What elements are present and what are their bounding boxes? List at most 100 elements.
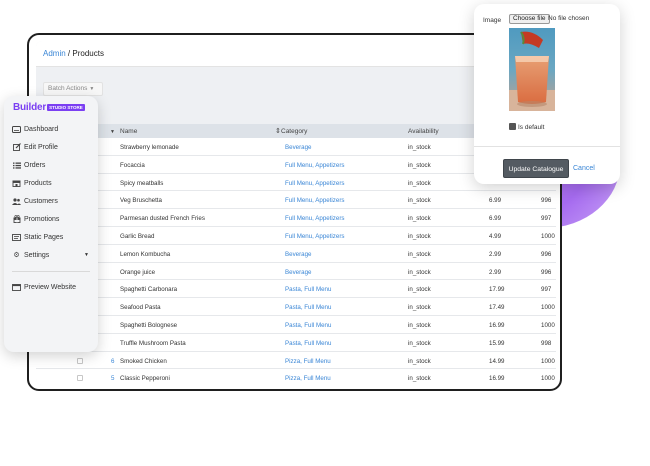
sidebar-item-promotions[interactable]: Promotions bbox=[4, 210, 98, 228]
row-name: Smoked Chicken bbox=[120, 357, 167, 365]
table-row[interactable]: Veg Bruschetta Full Menu, Appetizers in_st… bbox=[36, 191, 556, 210]
row-availability: in_stock bbox=[408, 321, 431, 329]
table-row[interactable]: Lemon Kombucha Beverage in_stock 2.99 996 bbox=[36, 244, 556, 263]
header-availability[interactable]: Availability bbox=[408, 128, 439, 135]
gear-icon: ⚙ bbox=[13, 252, 20, 259]
brand-logo[interactable]: Builder STUDIO STORE bbox=[13, 101, 85, 113]
row-price: 6.99 bbox=[489, 215, 502, 223]
row-category[interactable]: Full Menu, Appetizers bbox=[285, 233, 345, 240]
row-stock: 998 bbox=[541, 339, 552, 347]
row-category[interactable]: Pasta, Full Menu bbox=[285, 286, 331, 293]
table-row[interactable]: Seafood Pasta Pasta, Full Menu in_stock 17.… bbox=[36, 298, 556, 316]
row-category[interactable]: Pasta, Full Menu bbox=[285, 304, 331, 311]
divider bbox=[474, 146, 620, 147]
row-price: 15.99 bbox=[489, 339, 505, 347]
row-price: 2.99 bbox=[489, 268, 502, 276]
sidebar-item-label: Settings bbox=[24, 251, 50, 259]
row-availability: in_stock bbox=[408, 161, 431, 169]
row-price: 16.99 bbox=[489, 321, 505, 329]
sidebar-item-dashboard[interactable]: Dashboard bbox=[4, 120, 98, 138]
row-name: Strawberry lemonade bbox=[120, 144, 179, 151]
image-upload-card: Image Choose file No file chosen Is defa… bbox=[474, 4, 620, 184]
image-field-label: Image bbox=[483, 17, 502, 24]
row-price: 14.99 bbox=[489, 357, 505, 365]
batch-actions-label: Batch Actions bbox=[48, 85, 88, 92]
table-row[interactable]: Spaghetti Bolognese Pasta, Full Menu in_st… bbox=[36, 315, 556, 334]
row-availability: in_stock bbox=[408, 357, 431, 365]
row-category[interactable]: Beverage bbox=[285, 144, 312, 151]
row-category[interactable]: Pizza, Full Menu bbox=[285, 358, 331, 365]
table-row[interactable]: 6 Smoked Chicken Pizza, Full Menu in_stock 1… bbox=[36, 351, 556, 370]
sidebar-item-orders[interactable]: Orders bbox=[4, 156, 98, 174]
sidebar-item-products[interactable]: Products bbox=[4, 174, 98, 192]
choose-file-button[interactable]: Choose file bbox=[509, 14, 550, 24]
sidebar-item-label: Promotions bbox=[24, 215, 60, 223]
table-row[interactable]: Truffle Mushroom Pasta Pasta, Full Menu in… bbox=[36, 333, 556, 352]
row-availability: in_stock bbox=[408, 250, 431, 258]
file-status: No file chosen bbox=[548, 15, 590, 22]
table-row[interactable]: 5 Classic Pepperoni Pizza, Full Menu in_sto… bbox=[36, 369, 556, 385]
table-row[interactable]: Orange juice Beverage in_stock 2.99 996 bbox=[36, 262, 556, 281]
is-default-checkbox[interactable] bbox=[509, 123, 516, 130]
table-row[interactable]: Garlic Bread Full Menu, Appetizers in_stoc… bbox=[36, 226, 556, 245]
row-id[interactable]: 6 bbox=[111, 358, 114, 365]
row-name: Garlic Bread bbox=[120, 232, 155, 240]
cancel-link[interactable]: Cancel bbox=[573, 165, 595, 172]
sort-icon[interactable]: ⇕ bbox=[275, 127, 281, 135]
row-stock: 996 bbox=[541, 197, 552, 205]
row-availability: in_stock bbox=[408, 197, 431, 205]
row-name: Classic Pepperoni bbox=[120, 375, 170, 383]
row-name: Lemon Kombucha bbox=[120, 250, 171, 258]
row-category[interactable]: Pasta, Full Menu bbox=[285, 340, 331, 347]
update-catalogue-button[interactable]: Update Catalogue bbox=[503, 159, 569, 178]
sidebar-item-settings[interactable]: ⚙ Settings ▼ bbox=[4, 246, 98, 264]
row-category[interactable]: Beverage bbox=[285, 251, 312, 258]
sidebar-item-customers[interactable]: Customers bbox=[4, 192, 98, 210]
row-category[interactable]: Pizza, Full Menu bbox=[285, 375, 331, 382]
row-availability: in_stock bbox=[408, 232, 431, 240]
row-stock: 1000 bbox=[541, 304, 555, 312]
row-price: 17.49 bbox=[489, 304, 505, 312]
table-row[interactable]: Parmesan dusted French Fries Full Menu, A… bbox=[36, 209, 556, 227]
row-price: 16.99 bbox=[489, 375, 505, 383]
logo-text: Builder bbox=[13, 101, 47, 113]
row-name: Spaghetti Carbonara bbox=[120, 286, 178, 294]
row-name: Focaccia bbox=[120, 161, 145, 169]
row-category[interactable]: Full Menu, Appetizers bbox=[285, 215, 345, 222]
list-icon bbox=[12, 161, 21, 169]
logo-badge: STUDIO STORE bbox=[47, 103, 85, 111]
header-category[interactable]: Category bbox=[281, 128, 307, 135]
row-stock: 1000 bbox=[541, 232, 555, 240]
row-checkbox[interactable] bbox=[77, 375, 83, 382]
store-icon bbox=[12, 179, 21, 187]
gift-icon bbox=[12, 215, 21, 223]
header-name[interactable]: Name bbox=[120, 128, 137, 135]
row-category[interactable]: Full Menu, Appetizers bbox=[285, 180, 345, 187]
row-checkbox[interactable] bbox=[77, 357, 83, 364]
sort-desc-icon[interactable]: ▼ bbox=[110, 129, 115, 135]
row-category[interactable]: Beverage bbox=[285, 269, 312, 276]
sidebar-item-label: Static Pages bbox=[24, 233, 64, 241]
row-availability: in_stock bbox=[408, 268, 431, 276]
page-icon bbox=[12, 233, 21, 241]
row-availability: in_stock bbox=[408, 286, 431, 294]
batch-actions-dropdown[interactable]: Batch Actions ▼ bbox=[43, 82, 103, 96]
row-id[interactable]: 5 bbox=[111, 375, 114, 382]
row-price: 2.99 bbox=[489, 250, 502, 258]
sidebar-item-static-pages[interactable]: Static Pages bbox=[4, 228, 98, 246]
table-row[interactable]: Spaghetti Carbonara Pasta, Full Menu in_st… bbox=[36, 280, 556, 299]
sidebar-item-edit-profile[interactable]: Edit Profile bbox=[4, 138, 98, 156]
row-category[interactable]: Full Menu, Appetizers bbox=[285, 197, 345, 204]
chevron-down-icon: ▼ bbox=[89, 86, 95, 92]
row-name: Orange juice bbox=[120, 268, 156, 276]
sidebar-item-preview-website[interactable]: Preview Website bbox=[4, 278, 98, 296]
row-category[interactable]: Full Menu, Appetizers bbox=[285, 162, 345, 169]
breadcrumb-admin-link[interactable]: Admin bbox=[43, 49, 66, 58]
row-name: Truffle Mushroom Pasta bbox=[120, 339, 186, 347]
divider bbox=[12, 271, 90, 272]
row-category[interactable]: Pasta, Full Menu bbox=[285, 322, 331, 329]
row-price: 6.99 bbox=[489, 197, 502, 205]
row-stock: 996 bbox=[541, 250, 552, 258]
row-price: 17.99 bbox=[489, 286, 505, 294]
row-stock: 997 bbox=[541, 286, 552, 294]
